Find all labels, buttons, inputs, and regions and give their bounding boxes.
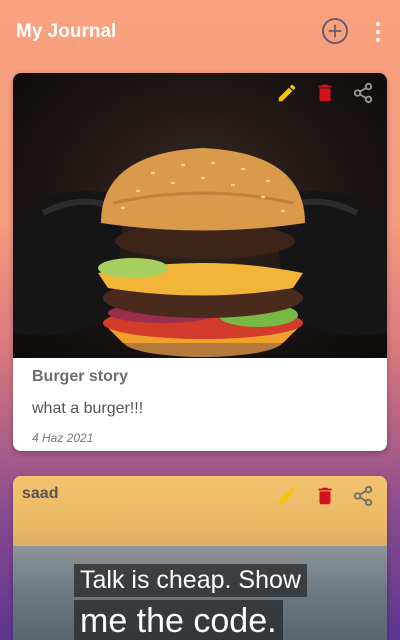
add-entry-button[interactable] — [322, 18, 348, 44]
share-icon — [353, 82, 373, 104]
quote-line-1: Talk is cheap. Show — [74, 564, 307, 597]
add-circle-icon — [328, 24, 342, 38]
pencil-icon — [278, 487, 296, 505]
edit-button[interactable] — [275, 484, 299, 508]
edit-button[interactable] — [275, 81, 299, 105]
entry-actions — [275, 81, 375, 105]
share-button[interactable] — [351, 81, 375, 105]
share-button[interactable] — [351, 484, 375, 508]
app-bar: My Journal — [0, 0, 400, 64]
entry-date: 4 Haz 2021 — [32, 431, 94, 445]
app-title: My Journal — [16, 21, 117, 42]
more-options-button[interactable] — [370, 20, 386, 44]
entry-title: saad — [22, 485, 59, 502]
trash-icon — [318, 84, 332, 102]
more-vert-icon — [376, 22, 380, 26]
trash-icon — [318, 487, 332, 505]
quote-line-2: me the code. — [74, 600, 283, 640]
journal-entry-card[interactable]: saad Talk is cheap. Show me the code. — [13, 476, 387, 640]
delete-button[interactable] — [313, 81, 337, 105]
delete-button[interactable] — [313, 484, 337, 508]
journal-entry-card[interactable]: Burger story what a burger!!! 4 Haz 2021 — [13, 73, 387, 451]
pencil-icon — [278, 84, 296, 102]
entry-text: what a burger!!! — [32, 400, 144, 417]
entry-photo — [13, 73, 387, 358]
share-icon — [353, 485, 373, 507]
entry-title: Burger story — [32, 368, 129, 385]
burger-image — [13, 148, 387, 357]
entry-actions — [275, 484, 375, 508]
